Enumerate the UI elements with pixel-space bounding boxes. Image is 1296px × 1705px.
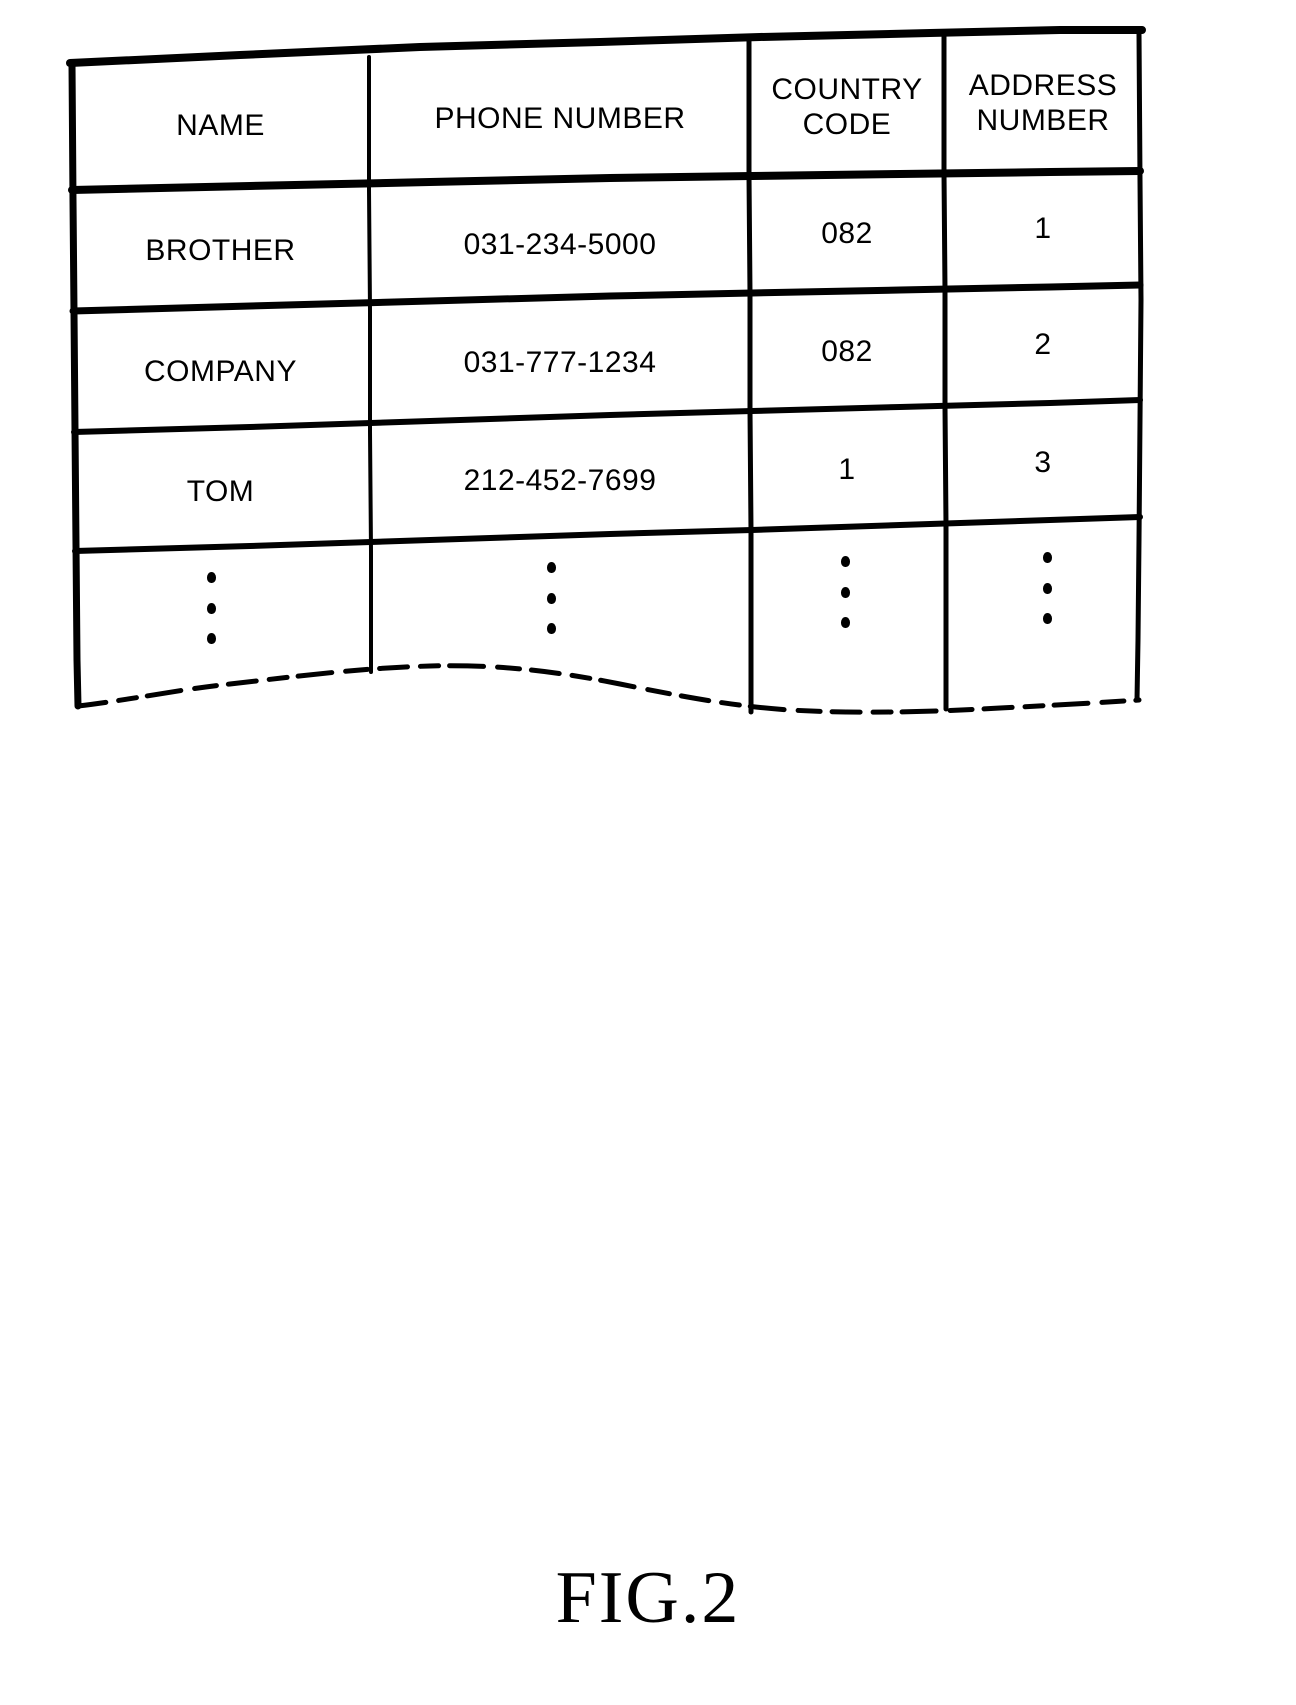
column-divider-3 <box>941 32 949 712</box>
table-torn-bottom-edge <box>75 663 1142 715</box>
table-cell-phone-number: 031-234-5000 <box>463 228 657 262</box>
table-cell-country-code: 082 <box>821 217 873 251</box>
table-cell-address-number: 3 <box>1034 446 1052 480</box>
column-header-address-number: ADDRESS NUMBER <box>968 68 1118 137</box>
table-cell-name: COMPANY <box>144 355 297 389</box>
vertical-ellipsis-icon <box>833 556 857 628</box>
table-cell-address-number: 2 <box>1034 328 1052 362</box>
figure-2: NAME PHONE NUMBER COUNTRY CODE ADDRESS N… <box>0 0 1296 1705</box>
column-header-country-code: COUNTRY CODE <box>771 72 923 141</box>
column-header-name: NAME <box>176 109 265 143</box>
vertical-ellipsis-icon <box>1035 552 1059 624</box>
table-cell-address-number: 1 <box>1034 212 1052 246</box>
column-divider-1 <box>367 55 373 674</box>
table-cell-phone-number: 212-452-7699 <box>463 464 657 498</box>
vertical-ellipsis-icon <box>539 562 563 634</box>
table-cell-country-code: 1 <box>838 453 856 487</box>
table-cell-phone-number: 031-777-1234 <box>463 346 657 380</box>
table-cell-name: TOM <box>186 475 255 509</box>
column-header-phone-number: PHONE NUMBER <box>434 102 686 136</box>
vertical-ellipsis-icon <box>199 572 223 644</box>
figure-caption: FIG.2 <box>555 1557 741 1639</box>
table-cell-name: BROTHER <box>145 234 296 268</box>
table-cell-country-code: 082 <box>821 335 873 369</box>
